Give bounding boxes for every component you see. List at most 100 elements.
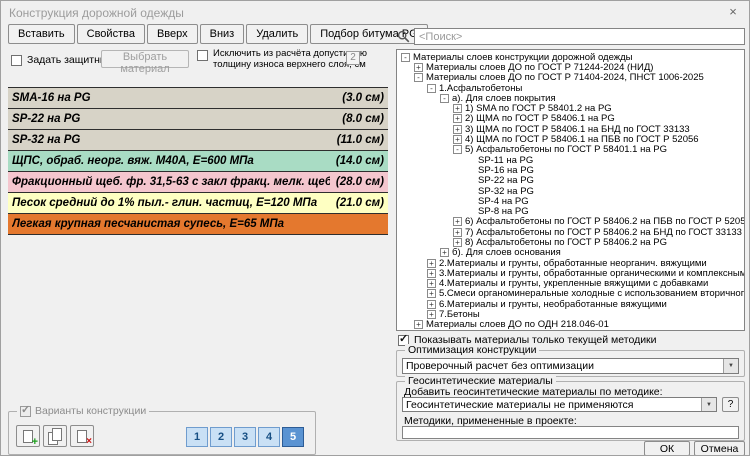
close-icon[interactable]: × xyxy=(725,4,741,20)
tree-item[interactable]: + 6) Асфальтобетоны по ГОСТ Р 58406.2 на… xyxy=(397,217,744,227)
tree-item[interactable]: + 2) ЩМА по ГОСТ Р 58406.1 на PG xyxy=(397,114,744,124)
document-icon xyxy=(52,428,62,441)
tree-item[interactable]: + б). Для слоев основания xyxy=(397,248,744,258)
variants-checkbox[interactable]: ✓ xyxy=(20,406,31,417)
delete-cross-icon: × xyxy=(86,437,92,447)
tree-item[interactable]: + 3.Материалы и грунты, обработанные орг… xyxy=(397,268,744,278)
toolbar-button[interactable]: Свойства xyxy=(77,24,145,44)
tree-item[interactable]: + Материалы слоев ДО по ГОСТ Р 71244-202… xyxy=(397,62,744,72)
tree-item[interactable]: - 5) Асфальтобетоны по ГОСТ Р 58401.1 на… xyxy=(397,145,744,155)
tree-expand-icon[interactable]: + xyxy=(414,320,423,329)
toolbar-button[interactable]: Вверх xyxy=(147,24,198,44)
tree-item[interactable]: SP-22 на PG xyxy=(397,176,744,186)
search-input[interactable] xyxy=(414,28,745,45)
variant-actions: + × xyxy=(16,425,94,447)
tree-expand-icon[interactable]: + xyxy=(453,238,462,247)
tree-item[interactable]: + 7) Асфальтобетоны по ГОСТ Р 58406.2 на… xyxy=(397,227,744,237)
copy-variant-button[interactable] xyxy=(43,425,67,447)
methods-input[interactable] xyxy=(402,426,739,439)
tree-item[interactable]: SP-16 на PG xyxy=(397,165,744,175)
materials-tree[interactable]: - Материалы слоев конструкции дорожной о… xyxy=(396,49,745,331)
tree-item[interactable]: SP-32 на PG xyxy=(397,186,744,196)
cancel-button[interactable]: Отмена xyxy=(694,441,745,456)
tree-expand-icon[interactable]: + xyxy=(453,217,462,226)
tree-item[interactable]: + 8) Асфальтобетоны по ГОСТ Р 58406.2 на… xyxy=(397,237,744,247)
tree-expand-icon[interactable]: + xyxy=(453,228,462,237)
geosynthetics-select[interactable]: Геосинтетические материалы не применяютс… xyxy=(402,397,717,412)
tree-item[interactable]: - Материалы слоев ДО по ГОСТ Р 71404-202… xyxy=(397,73,744,83)
exclude-wear-label: Исключить из расчёта допустимую толщину … xyxy=(213,48,367,70)
delete-variant-button[interactable]: × xyxy=(70,425,94,447)
tree-expand-icon[interactable]: + xyxy=(453,104,462,113)
tree-item[interactable]: + 5.Смеси органоминеральные холодные с и… xyxy=(397,289,744,299)
toolbar-button[interactable]: Вниз xyxy=(200,24,245,44)
tree-item[interactable]: + 2.Материалы и грунты, обработанные нео… xyxy=(397,258,744,268)
tree-item[interactable]: + 1) SMA по ГОСТ Р 58401.2 на PG xyxy=(397,103,744,113)
tree-item[interactable]: - 1.Асфальтобетоны xyxy=(397,83,744,93)
optimization-selected-value: Проверочный расчет без оптимизации xyxy=(403,359,723,373)
layer-list: SMA-16 на PG (3.0 см) SP-22 на PG (8.0 с… xyxy=(8,87,388,235)
search-bar xyxy=(397,28,745,45)
variants-caption: ✓ Варианты конструкции xyxy=(17,405,149,417)
geosynthetics-selected-value: Геосинтетические материалы не применяютс… xyxy=(403,398,701,411)
tree-expand-icon[interactable]: + xyxy=(453,114,462,123)
tree-item[interactable]: + 4.Материалы и грунты, укрепленные вяжу… xyxy=(397,279,744,289)
variant-button[interactable]: 5 xyxy=(282,427,304,447)
tree-expand-icon[interactable]: - xyxy=(440,94,449,103)
tree-expand-icon[interactable]: + xyxy=(453,135,462,144)
layer-row[interactable]: Фракционный щеб. фр. 31,5-63 с закл фрак… xyxy=(8,172,388,193)
wear-value-field[interactable]: 2 xyxy=(346,51,360,65)
layer-row[interactable]: ЩПС, обраб. неорг. вяж. М40А, E=600 МПа … xyxy=(8,151,388,172)
tree-expand-icon[interactable]: + xyxy=(427,259,436,268)
tree-item[interactable]: SP-11 на PG xyxy=(397,155,744,165)
tree-item[interactable]: - Материалы слоев конструкции дорожной о… xyxy=(397,52,744,62)
optimization-caption: Оптимизация конструкции xyxy=(405,344,539,356)
chevron-down-icon[interactable]: ▼ xyxy=(723,359,738,373)
tree-item[interactable]: + 3) ЩМА по ГОСТ Р 58406.1 на БНД по ГОС… xyxy=(397,124,744,134)
help-button[interactable]: ? xyxy=(722,397,739,412)
add-variant-button[interactable]: + xyxy=(16,425,40,447)
tree-expand-icon[interactable]: + xyxy=(427,279,436,288)
tree-item[interactable]: + 6.Материалы и грунты, необработанные в… xyxy=(397,299,744,309)
tree-expand-icon[interactable]: + xyxy=(427,289,436,298)
tree-expand-icon[interactable]: - xyxy=(453,145,462,154)
layer-row[interactable]: SMA-16 на PG (3.0 см) xyxy=(8,88,388,109)
tree-expand-icon[interactable]: + xyxy=(414,63,423,72)
tree-expand-icon[interactable]: - xyxy=(414,73,423,82)
layer-row[interactable]: SP-32 на PG (11.0 см) xyxy=(8,130,388,151)
exclude-wear-checkbox[interactable]: Исключить из расчёта допустимую толщину … xyxy=(197,48,367,70)
tree-item[interactable]: + 7.Бетоны xyxy=(397,309,744,319)
tree-item[interactable]: + 4) ЩМА по ГОСТ Р 58406.1 на ПБВ по ГОС… xyxy=(397,134,744,144)
tree-expand-icon[interactable]: + xyxy=(427,300,436,309)
tree-item[interactable]: - а). Для слоев покрытия xyxy=(397,93,744,103)
variant-button[interactable]: 4 xyxy=(258,427,280,447)
tree-expand-icon[interactable]: + xyxy=(440,248,449,257)
variant-button[interactable]: 3 xyxy=(234,427,256,447)
checkbox-unchecked-icon xyxy=(11,55,22,66)
tree-item[interactable]: + Материалы слоев ДО по ОДН 218.046-01 xyxy=(397,320,744,330)
layer-thickness: (11.0 см) xyxy=(337,134,384,146)
variant-button[interactable]: 1 xyxy=(186,427,208,447)
tree-expand-icon[interactable]: + xyxy=(427,310,436,319)
ok-button[interactable]: ОК xyxy=(644,441,690,456)
layer-label: Песок средний до 1% пыл.- глин. частиц, … xyxy=(12,197,330,209)
tree-expand-icon[interactable]: - xyxy=(401,53,410,62)
tree-expand-icon[interactable]: - xyxy=(427,84,436,93)
tree-expand-icon[interactable]: + xyxy=(453,125,462,134)
search-icon xyxy=(397,30,410,43)
optimization-select[interactable]: Проверочный расчет без оптимизации ▼ xyxy=(402,358,739,374)
choose-material-button[interactable]: Выбрать материал xyxy=(101,50,189,68)
layer-row[interactable]: Легкая крупная песчанистая супесь, E=65 … xyxy=(8,214,388,235)
tree-item[interactable]: SP-4 на PG xyxy=(397,196,744,206)
layer-row[interactable]: SP-22 на PG (8.0 см) xyxy=(8,109,388,130)
layer-thickness: (21.0 см) xyxy=(336,197,384,209)
check-icon: ✓ xyxy=(399,334,408,345)
chevron-down-icon[interactable]: ▼ xyxy=(701,398,716,411)
variant-button[interactable]: 2 xyxy=(210,427,232,447)
toolbar-button[interactable]: Удалить xyxy=(246,24,308,44)
tree-item[interactable]: SP-8 на PG xyxy=(397,206,744,216)
tree-expand-icon[interactable]: + xyxy=(427,269,436,278)
toolbar-button[interactable]: Вставить xyxy=(8,24,75,44)
variants-group: ✓ Варианты конструкции + × 12345 xyxy=(8,411,316,455)
layer-row[interactable]: Песок средний до 1% пыл.- глин. частиц, … xyxy=(8,193,388,214)
